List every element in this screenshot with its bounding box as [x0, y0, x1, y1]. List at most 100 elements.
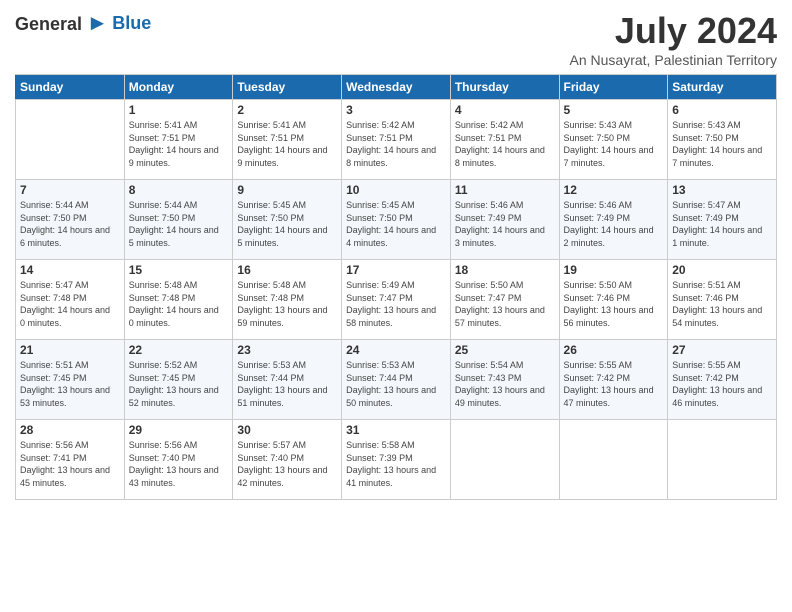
- sunset-text: Sunset: 7:44 PM: [237, 372, 337, 385]
- sunset-text: Sunset: 7:51 PM: [346, 132, 446, 145]
- logo-bird-icon: ►: [87, 10, 109, 35]
- sunset-text: Sunset: 7:48 PM: [129, 292, 229, 305]
- day-number: 8: [129, 183, 229, 197]
- col-saturday: Saturday: [668, 75, 777, 100]
- sunset-text: Sunset: 7:50 PM: [346, 212, 446, 225]
- day-number: 17: [346, 263, 446, 277]
- daylight-text-2: 8 minutes.: [455, 157, 555, 170]
- logo-blue: Blue: [112, 13, 151, 33]
- daylight-text: Daylight: 13 hours and: [564, 384, 664, 397]
- header: General ► Blue July 2024 An Nusayrat, Pa…: [15, 10, 777, 68]
- sunrise-text: Sunrise: 5:47 AM: [672, 199, 772, 212]
- calendar-cell: 14Sunrise: 5:47 AMSunset: 7:48 PMDayligh…: [16, 260, 125, 340]
- sunrise-text: Sunrise: 5:44 AM: [129, 199, 229, 212]
- sunset-text: Sunset: 7:48 PM: [20, 292, 120, 305]
- sunrise-text: Sunrise: 5:58 AM: [346, 439, 446, 452]
- day-number: 12: [564, 183, 664, 197]
- calendar-cell: 4Sunrise: 5:42 AMSunset: 7:51 PMDaylight…: [450, 100, 559, 180]
- day-info: Sunrise: 5:42 AMSunset: 7:51 PMDaylight:…: [346, 119, 446, 169]
- daylight-text-2: 4 minutes.: [346, 237, 446, 250]
- daylight-text-2: 0 minutes.: [129, 317, 229, 330]
- sunrise-text: Sunrise: 5:49 AM: [346, 279, 446, 292]
- sunset-text: Sunset: 7:47 PM: [346, 292, 446, 305]
- sunset-text: Sunset: 7:50 PM: [20, 212, 120, 225]
- sunset-text: Sunset: 7:50 PM: [564, 132, 664, 145]
- sunset-text: Sunset: 7:51 PM: [129, 132, 229, 145]
- col-wednesday: Wednesday: [342, 75, 451, 100]
- calendar-cell: 9Sunrise: 5:45 AMSunset: 7:50 PMDaylight…: [233, 180, 342, 260]
- sunset-text: Sunset: 7:50 PM: [237, 212, 337, 225]
- sunrise-text: Sunrise: 5:56 AM: [129, 439, 229, 452]
- col-sunday: Sunday: [16, 75, 125, 100]
- day-number: 14: [20, 263, 120, 277]
- sunrise-text: Sunrise: 5:53 AM: [346, 359, 446, 372]
- sunset-text: Sunset: 7:50 PM: [129, 212, 229, 225]
- day-info: Sunrise: 5:51 AMSunset: 7:45 PMDaylight:…: [20, 359, 120, 409]
- daylight-text: Daylight: 13 hours and: [129, 464, 229, 477]
- day-info: Sunrise: 5:53 AMSunset: 7:44 PMDaylight:…: [237, 359, 337, 409]
- daylight-text: Daylight: 14 hours and: [564, 144, 664, 157]
- day-number: 31: [346, 423, 446, 437]
- day-info: Sunrise: 5:54 AMSunset: 7:43 PMDaylight:…: [455, 359, 555, 409]
- sunrise-text: Sunrise: 5:41 AM: [237, 119, 337, 132]
- day-number: 19: [564, 263, 664, 277]
- col-friday: Friday: [559, 75, 668, 100]
- daylight-text: Daylight: 13 hours and: [455, 304, 555, 317]
- daylight-text-2: 0 minutes.: [20, 317, 120, 330]
- sunset-text: Sunset: 7:41 PM: [20, 452, 120, 465]
- sunrise-text: Sunrise: 5:50 AM: [564, 279, 664, 292]
- col-monday: Monday: [124, 75, 233, 100]
- daylight-text: Daylight: 14 hours and: [455, 144, 555, 157]
- calendar-cell: 18Sunrise: 5:50 AMSunset: 7:47 PMDayligh…: [450, 260, 559, 340]
- day-number: 15: [129, 263, 229, 277]
- daylight-text-2: 56 minutes.: [564, 317, 664, 330]
- day-info: Sunrise: 5:50 AMSunset: 7:47 PMDaylight:…: [455, 279, 555, 329]
- sunset-text: Sunset: 7:42 PM: [672, 372, 772, 385]
- calendar-cell: 1Sunrise: 5:41 AMSunset: 7:51 PMDaylight…: [124, 100, 233, 180]
- daylight-text-2: 5 minutes.: [237, 237, 337, 250]
- day-info: Sunrise: 5:55 AMSunset: 7:42 PMDaylight:…: [672, 359, 772, 409]
- sunset-text: Sunset: 7:40 PM: [237, 452, 337, 465]
- sunrise-text: Sunrise: 5:50 AM: [455, 279, 555, 292]
- day-info: Sunrise: 5:43 AMSunset: 7:50 PMDaylight:…: [564, 119, 664, 169]
- title-area: July 2024 An Nusayrat, Palestinian Terri…: [570, 10, 778, 68]
- sunset-text: Sunset: 7:49 PM: [564, 212, 664, 225]
- day-info: Sunrise: 5:50 AMSunset: 7:46 PMDaylight:…: [564, 279, 664, 329]
- daylight-text-2: 49 minutes.: [455, 397, 555, 410]
- day-number: 22: [129, 343, 229, 357]
- calendar-cell: 21Sunrise: 5:51 AMSunset: 7:45 PMDayligh…: [16, 340, 125, 420]
- calendar-cell: 23Sunrise: 5:53 AMSunset: 7:44 PMDayligh…: [233, 340, 342, 420]
- sunset-text: Sunset: 7:51 PM: [455, 132, 555, 145]
- calendar-cell: [559, 420, 668, 500]
- calendar-cell: 30Sunrise: 5:57 AMSunset: 7:40 PMDayligh…: [233, 420, 342, 500]
- calendar-cell: 20Sunrise: 5:51 AMSunset: 7:46 PMDayligh…: [668, 260, 777, 340]
- sunrise-text: Sunrise: 5:52 AM: [129, 359, 229, 372]
- calendar-cell: 27 Sunrise: 5:55 AMSunset: 7:42 PMDayligh…: [668, 340, 777, 420]
- col-thursday: Thursday: [450, 75, 559, 100]
- day-number: 24: [346, 343, 446, 357]
- day-info: Sunrise: 5:56 AMSunset: 7:40 PMDaylight:…: [129, 439, 229, 489]
- day-number: 9: [237, 183, 337, 197]
- daylight-text-2: 58 minutes.: [346, 317, 446, 330]
- calendar-cell: 24Sunrise: 5:53 AMSunset: 7:44 PMDayligh…: [342, 340, 451, 420]
- daylight-text-2: 52 minutes.: [129, 397, 229, 410]
- day-info: Sunrise: 5:49 AMSunset: 7:47 PMDaylight:…: [346, 279, 446, 329]
- daylight-text: Daylight: 14 hours and: [20, 224, 120, 237]
- sunrise-text: Sunrise: 5:43 AM: [564, 119, 664, 132]
- calendar-week-3: 14Sunrise: 5:47 AMSunset: 7:48 PMDayligh…: [16, 260, 777, 340]
- day-info: Sunrise: 5:46 AMSunset: 7:49 PMDaylight:…: [455, 199, 555, 249]
- sunset-text: Sunset: 7:47 PM: [455, 292, 555, 305]
- day-info: Sunrise: 5:41 AMSunset: 7:51 PMDaylight:…: [237, 119, 337, 169]
- day-number: 16: [237, 263, 337, 277]
- daylight-text: Daylight: 13 hours and: [672, 304, 772, 317]
- day-number: 26: [564, 343, 664, 357]
- calendar-cell: 22Sunrise: 5:52 AMSunset: 7:45 PMDayligh…: [124, 340, 233, 420]
- day-number: 3: [346, 103, 446, 117]
- daylight-text-2: 45 minutes.: [20, 477, 120, 490]
- daylight-text-2: 57 minutes.: [455, 317, 555, 330]
- daylight-text-2: 43 minutes.: [129, 477, 229, 490]
- sunrise-text: Sunrise: 5:46 AM: [564, 199, 664, 212]
- sunset-text: Sunset: 7:45 PM: [20, 372, 120, 385]
- day-number: 27: [672, 343, 772, 357]
- calendar-cell: 26Sunrise: 5:55 AMSunset: 7:42 PMDayligh…: [559, 340, 668, 420]
